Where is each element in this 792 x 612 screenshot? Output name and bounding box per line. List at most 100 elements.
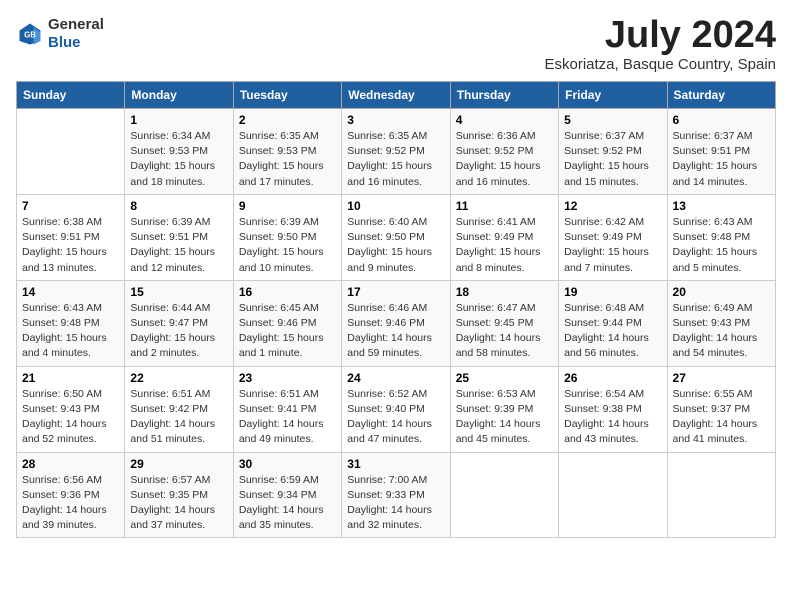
day-info: Sunrise: 7:00 AM Sunset: 9:33 PM Dayligh…	[347, 473, 444, 534]
day-number: 28	[22, 457, 119, 471]
logo-icon: GB	[16, 20, 44, 48]
calendar-cell: 16 Sunrise: 6:45 AM Sunset: 9:46 PM Dayli…	[233, 280, 341, 366]
calendar-cell: 22 Sunrise: 6:51 AM Sunset: 9:42 PM Dayli…	[125, 366, 233, 452]
day-info: Sunrise: 6:37 AM Sunset: 9:52 PM Dayligh…	[564, 129, 661, 190]
day-number: 18	[456, 285, 553, 299]
day-number: 26	[564, 371, 661, 385]
day-number: 5	[564, 113, 661, 127]
day-info: Sunrise: 6:44 AM Sunset: 9:47 PM Dayligh…	[130, 301, 227, 362]
title-block: July 2024 Eskoriatza, Basque Country, Sp…	[544, 16, 776, 73]
logo-general: General	[48, 16, 104, 33]
calendar-cell: 31 Sunrise: 7:00 AM Sunset: 9:33 PM Dayli…	[342, 452, 450, 538]
calendar-cell: 28 Sunrise: 6:56 AM Sunset: 9:36 PM Dayli…	[17, 452, 125, 538]
day-number: 24	[347, 371, 444, 385]
page-header: GB General Blue July 2024 Eskoriatza, Ba…	[16, 16, 776, 73]
day-info: Sunrise: 6:34 AM Sunset: 9:53 PM Dayligh…	[130, 129, 227, 190]
header-thursday: Thursday	[450, 82, 558, 109]
day-number: 8	[130, 199, 227, 213]
calendar-cell: 19 Sunrise: 6:48 AM Sunset: 9:44 PM Dayli…	[559, 280, 667, 366]
day-info: Sunrise: 6:54 AM Sunset: 9:38 PM Dayligh…	[564, 387, 661, 448]
day-number: 14	[22, 285, 119, 299]
day-info: Sunrise: 6:45 AM Sunset: 9:46 PM Dayligh…	[239, 301, 336, 362]
calendar-cell: 7Sunrise: 6:38 AM Sunset: 9:51 PM Daylig…	[17, 194, 125, 280]
calendar-week-3: 14 Sunrise: 6:43 AM Sunset: 9:48 PM Dayli…	[17, 280, 776, 366]
calendar-cell	[667, 452, 775, 538]
calendar-cell: 8 Sunrise: 6:39 AM Sunset: 9:51 PM Daylig…	[125, 194, 233, 280]
calendar-cell: 23 Sunrise: 6:51 AM Sunset: 9:41 PM Dayli…	[233, 366, 341, 452]
day-info: Sunrise: 6:47 AM Sunset: 9:45 PM Dayligh…	[456, 301, 553, 362]
day-number: 16	[239, 285, 336, 299]
day-number: 29	[130, 457, 227, 471]
calendar-cell: 1 Sunrise: 6:34 AM Sunset: 9:53 PM Daylig…	[125, 109, 233, 195]
calendar-cell	[17, 109, 125, 195]
day-info: Sunrise: 6:35 AM Sunset: 9:53 PM Dayligh…	[239, 129, 336, 190]
day-number: 6	[673, 113, 770, 127]
logo-text: General Blue	[48, 16, 104, 52]
day-info: Sunrise: 6:49 AM Sunset: 9:43 PM Dayligh…	[673, 301, 770, 362]
day-number: 12	[564, 199, 661, 213]
day-info: Sunrise: 6:36 AM Sunset: 9:52 PM Dayligh…	[456, 129, 553, 190]
calendar-cell	[559, 452, 667, 538]
day-number: 2	[239, 113, 336, 127]
calendar-cell: 30 Sunrise: 6:59 AM Sunset: 9:34 PM Dayli…	[233, 452, 341, 538]
day-number: 13	[673, 199, 770, 213]
logo: GB General Blue	[16, 16, 104, 52]
calendar-cell: 18 Sunrise: 6:47 AM Sunset: 9:45 PM Dayli…	[450, 280, 558, 366]
day-info: Sunrise: 6:39 AM Sunset: 9:51 PM Dayligh…	[130, 215, 227, 276]
day-number: 25	[456, 371, 553, 385]
day-info: Sunrise: 6:43 AM Sunset: 9:48 PM Dayligh…	[22, 301, 119, 362]
day-info: Sunrise: 6:55 AM Sunset: 9:37 PM Dayligh…	[673, 387, 770, 448]
header-saturday: Saturday	[667, 82, 775, 109]
day-info: Sunrise: 6:53 AM Sunset: 9:39 PM Dayligh…	[456, 387, 553, 448]
day-info: Sunrise: 6:59 AM Sunset: 9:34 PM Dayligh…	[239, 473, 336, 534]
day-info: Sunrise: 6:39 AM Sunset: 9:50 PM Dayligh…	[239, 215, 336, 276]
day-number: 17	[347, 285, 444, 299]
day-info: Sunrise: 6:56 AM Sunset: 9:36 PM Dayligh…	[22, 473, 119, 534]
calendar-cell: 14 Sunrise: 6:43 AM Sunset: 9:48 PM Dayli…	[17, 280, 125, 366]
day-info: Sunrise: 6:52 AM Sunset: 9:40 PM Dayligh…	[347, 387, 444, 448]
day-number: 15	[130, 285, 227, 299]
calendar-header-row: SundayMondayTuesdayWednesdayThursdayFrid…	[17, 82, 776, 109]
header-tuesday: Tuesday	[233, 82, 341, 109]
day-number: 3	[347, 113, 444, 127]
day-number: 1	[130, 113, 227, 127]
day-number: 21	[22, 371, 119, 385]
calendar-cell: 10 Sunrise: 6:40 AM Sunset: 9:50 PM Dayli…	[342, 194, 450, 280]
calendar-cell: 27 Sunrise: 6:55 AM Sunset: 9:37 PM Dayli…	[667, 366, 775, 452]
location: Eskoriatza, Basque Country, Spain	[544, 56, 776, 73]
calendar-cell	[450, 452, 558, 538]
day-info: Sunrise: 6:50 AM Sunset: 9:43 PM Dayligh…	[22, 387, 119, 448]
day-number: 22	[130, 371, 227, 385]
day-info: Sunrise: 6:51 AM Sunset: 9:41 PM Dayligh…	[239, 387, 336, 448]
day-info: Sunrise: 6:37 AM Sunset: 9:51 PM Dayligh…	[673, 129, 770, 190]
day-number: 4	[456, 113, 553, 127]
calendar-cell: 12 Sunrise: 6:42 AM Sunset: 9:49 PM Dayli…	[559, 194, 667, 280]
calendar-week-5: 28 Sunrise: 6:56 AM Sunset: 9:36 PM Dayli…	[17, 452, 776, 538]
day-info: Sunrise: 6:40 AM Sunset: 9:50 PM Dayligh…	[347, 215, 444, 276]
calendar-week-2: 7Sunrise: 6:38 AM Sunset: 9:51 PM Daylig…	[17, 194, 776, 280]
day-number: 11	[456, 199, 553, 213]
calendar-cell: 17Sunrise: 6:46 AM Sunset: 9:46 PM Dayli…	[342, 280, 450, 366]
svg-text:GB: GB	[24, 31, 36, 40]
calendar-cell: 3Sunrise: 6:35 AM Sunset: 9:52 PM Daylig…	[342, 109, 450, 195]
day-info: Sunrise: 6:43 AM Sunset: 9:48 PM Dayligh…	[673, 215, 770, 276]
calendar-cell: 20Sunrise: 6:49 AM Sunset: 9:43 PM Dayli…	[667, 280, 775, 366]
day-number: 23	[239, 371, 336, 385]
day-number: 31	[347, 457, 444, 471]
calendar-cell: 9 Sunrise: 6:39 AM Sunset: 9:50 PM Daylig…	[233, 194, 341, 280]
calendar-cell: 24 Sunrise: 6:52 AM Sunset: 9:40 PM Dayli…	[342, 366, 450, 452]
day-info: Sunrise: 6:48 AM Sunset: 9:44 PM Dayligh…	[564, 301, 661, 362]
day-number: 7	[22, 199, 119, 213]
day-number: 27	[673, 371, 770, 385]
day-number: 10	[347, 199, 444, 213]
calendar-week-4: 21 Sunrise: 6:50 AM Sunset: 9:43 PM Dayli…	[17, 366, 776, 452]
day-info: Sunrise: 6:42 AM Sunset: 9:49 PM Dayligh…	[564, 215, 661, 276]
calendar-cell: 4 Sunrise: 6:36 AM Sunset: 9:52 PM Daylig…	[450, 109, 558, 195]
day-info: Sunrise: 6:41 AM Sunset: 9:49 PM Dayligh…	[456, 215, 553, 276]
day-number: 9	[239, 199, 336, 213]
day-info: Sunrise: 6:57 AM Sunset: 9:35 PM Dayligh…	[130, 473, 227, 534]
day-number: 19	[564, 285, 661, 299]
day-info: Sunrise: 6:51 AM Sunset: 9:42 PM Dayligh…	[130, 387, 227, 448]
calendar-cell: 13 Sunrise: 6:43 AM Sunset: 9:48 PM Dayli…	[667, 194, 775, 280]
day-number: 30	[239, 457, 336, 471]
